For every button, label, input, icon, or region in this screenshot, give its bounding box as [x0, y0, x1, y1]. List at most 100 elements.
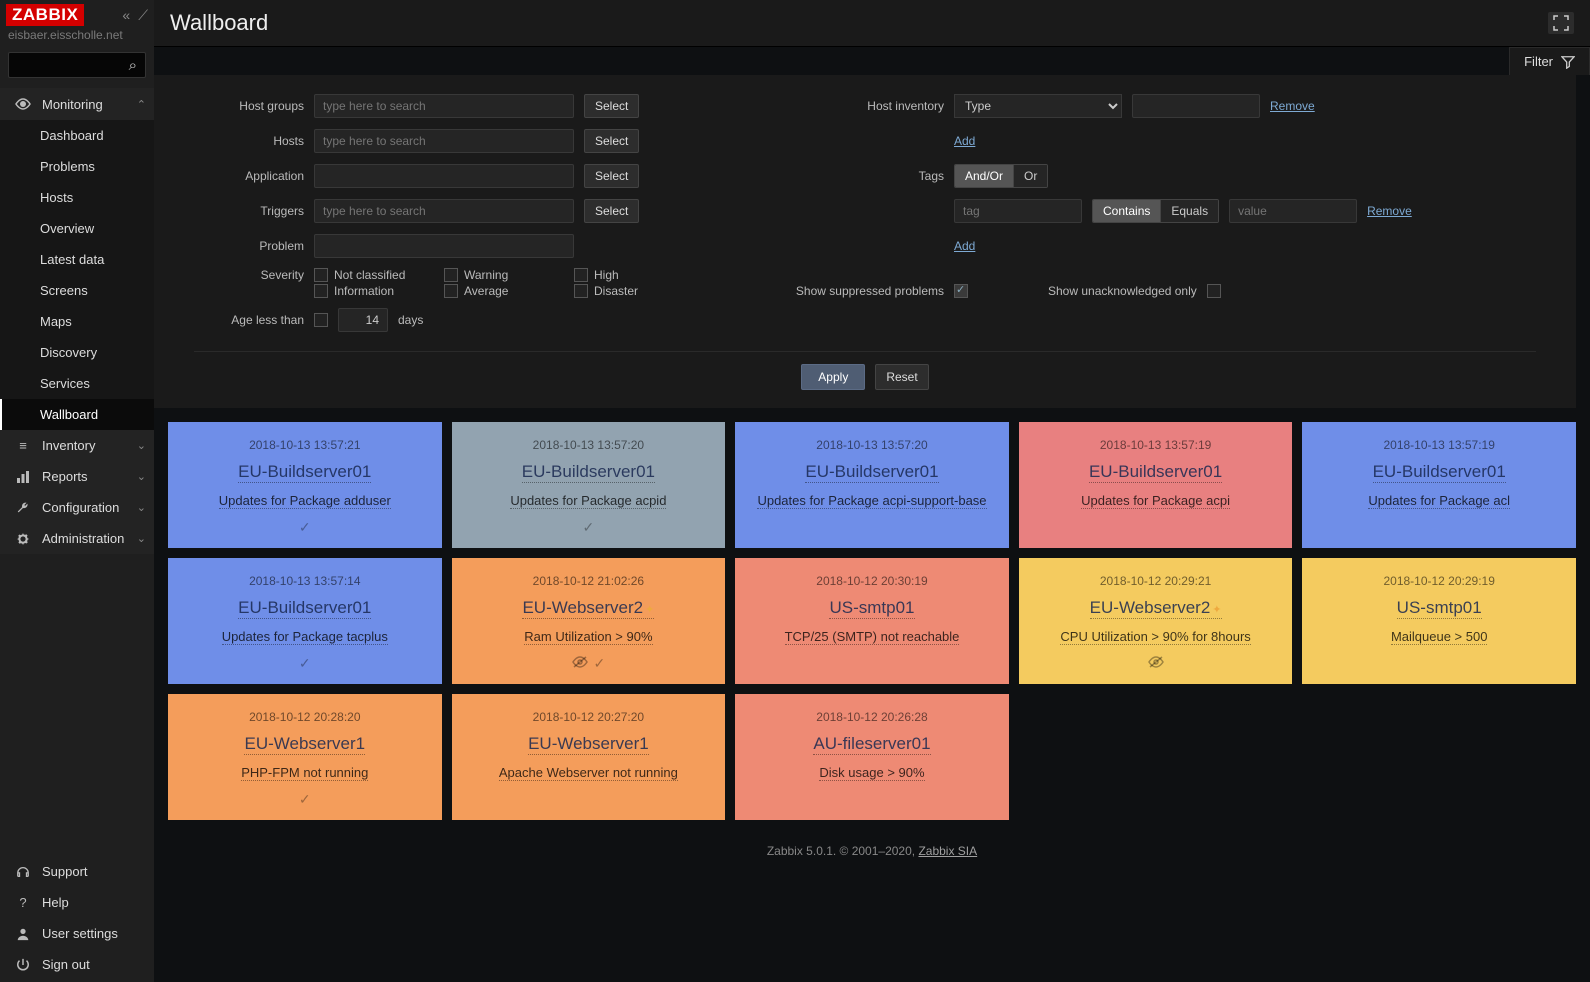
problem-card[interactable]: 2018-10-12 20:29:21EU-Webserver2✦CPU Uti… [1019, 558, 1293, 684]
application-select[interactable]: Select [584, 164, 639, 188]
card-host-link[interactable]: EU-Buildserver01 [238, 598, 371, 619]
card-host-link[interactable]: EU-Webserver1 [528, 734, 649, 755]
tag-op-contains[interactable]: Contains [1093, 200, 1161, 222]
inventory-remove-link[interactable]: Remove [1270, 99, 1315, 113]
severity-disaster[interactable]: Disaster [574, 284, 694, 298]
inventory-value-input[interactable] [1132, 94, 1260, 118]
tag-add-link[interactable]: Add [954, 239, 975, 253]
card-trigger-link[interactable]: CPU Utilization > 90% for 8hours [1060, 629, 1250, 645]
fullscreen-button[interactable] [1548, 12, 1574, 34]
card-host-link[interactable]: EU-Buildserver01 [238, 462, 371, 483]
host-groups-input[interactable] [314, 94, 574, 118]
card-host-link[interactable]: EU-Buildserver01 [1373, 462, 1506, 483]
nav-sub-wallboard[interactable]: Wallboard [0, 399, 154, 430]
age-days-input[interactable] [338, 308, 388, 332]
card-host-link[interactable]: US-smtp01 [1397, 598, 1482, 619]
application-input[interactable] [314, 164, 574, 188]
nav-help[interactable]: ?Help [0, 887, 154, 918]
nav-support[interactable]: Support [0, 856, 154, 887]
severity-high[interactable]: High [574, 268, 694, 282]
zabbix-logo[interactable]: ZABBIX [6, 4, 84, 26]
nav-sub-dashboard[interactable]: Dashboard [0, 120, 154, 151]
nav-sign-out[interactable]: Sign out [0, 949, 154, 980]
card-trigger-link[interactable]: Updates for Package tacplus [222, 629, 388, 645]
footer-link[interactable]: Zabbix SIA [918, 844, 977, 858]
card-trigger-link[interactable]: PHP-FPM not running [241, 765, 368, 781]
card-trigger-link[interactable]: TCP/25 (SMTP) not reachable [785, 629, 960, 645]
card-trigger-link[interactable]: Updates for Package acl [1368, 493, 1510, 509]
nav-configuration[interactable]: Configuration⌄ [0, 492, 154, 523]
tag-mode-and-or[interactable]: And/Or [955, 165, 1014, 187]
age-enable-checkbox[interactable] [314, 313, 328, 327]
show-suppressed-checkbox[interactable] [954, 284, 968, 298]
search-icon[interactable]: ⌕ [121, 57, 145, 74]
nav-sub-latest-data[interactable]: Latest data [0, 244, 154, 275]
nav-sub-problems[interactable]: Problems [0, 151, 154, 182]
tag-mode-or[interactable]: Or [1014, 165, 1047, 187]
problem-input[interactable] [314, 234, 574, 258]
nav-sub-discovery[interactable]: Discovery [0, 337, 154, 368]
inventory-add-link[interactable]: Add [954, 134, 975, 148]
card-host-link[interactable]: EU-Buildserver01 [522, 462, 655, 483]
card-host-link[interactable]: EU-Webserver2✦ [522, 598, 654, 619]
problem-card[interactable]: 2018-10-13 13:57:20EU-Buildserver01Updat… [735, 422, 1009, 548]
severity-average[interactable]: Average [444, 284, 564, 298]
nav-user-settings[interactable]: User settings [0, 918, 154, 949]
card-trigger-link[interactable]: Ram Utilization > 90% [524, 629, 652, 645]
card-trigger-link[interactable]: Updates for Package acpi [1081, 493, 1230, 509]
triggers-select[interactable]: Select [584, 199, 639, 223]
card-host-link[interactable]: EU-Buildserver01 [805, 462, 938, 483]
problem-card[interactable]: 2018-10-13 13:57:19EU-Buildserver01Updat… [1302, 422, 1576, 548]
inventory-type-select[interactable]: Type [954, 94, 1122, 118]
hosts-select[interactable]: Select [584, 129, 639, 153]
card-host-link[interactable]: EU-Webserver2✦ [1090, 598, 1222, 619]
nav-inventory[interactable]: ≡Inventory⌄ [0, 430, 154, 461]
hosts-input[interactable] [314, 129, 574, 153]
problem-card[interactable]: 2018-10-12 21:02:26EU-Webserver2✦Ram Uti… [452, 558, 726, 684]
sidebar-hide-icon[interactable]: ⟋ [138, 7, 148, 24]
card-trigger-link[interactable]: Disk usage > 90% [819, 765, 924, 781]
severity-not-classified[interactable]: Not classified [314, 268, 434, 282]
severity-information[interactable]: Information [314, 284, 434, 298]
reset-button[interactable]: Reset [875, 364, 928, 390]
problem-card[interactable]: 2018-10-13 13:57:21EU-Buildserver01Updat… [168, 422, 442, 548]
problem-card[interactable]: 2018-10-12 20:28:20EU-Webserver1PHP-FPM … [168, 694, 442, 820]
card-host-link[interactable]: EU-Webserver1 [244, 734, 365, 755]
card-trigger-link[interactable]: Updates for Package acpid [510, 493, 666, 509]
problem-card[interactable]: 2018-10-13 13:57:19EU-Buildserver01Updat… [1019, 422, 1293, 548]
problem-card[interactable]: 2018-10-12 20:29:19US-smtp01Mailqueue > … [1302, 558, 1576, 684]
card-trigger-link[interactable]: Updates for Package adduser [219, 493, 391, 509]
tag-value-input[interactable] [1229, 199, 1357, 223]
tag-op-equals[interactable]: Equals [1161, 200, 1218, 222]
nav-administration[interactable]: Administration⌄ [0, 523, 154, 554]
problem-card[interactable]: 2018-10-12 20:27:20EU-Webserver1Apache W… [452, 694, 726, 820]
nav-reports[interactable]: Reports⌄ [0, 461, 154, 492]
card-trigger-link[interactable]: Updates for Package acpi-support-base [757, 493, 986, 509]
filter-toggle[interactable]: Filter [1509, 47, 1590, 75]
tag-remove-link[interactable]: Remove [1367, 204, 1412, 218]
problem-card[interactable]: 2018-10-12 20:30:19US-smtp01TCP/25 (SMTP… [735, 558, 1009, 684]
card-trigger-link[interactable]: Apache Webserver not running [499, 765, 678, 781]
nav-sub-overview[interactable]: Overview [0, 213, 154, 244]
nav-sub-maps[interactable]: Maps [0, 306, 154, 337]
nav-sub-services[interactable]: Services [0, 368, 154, 399]
nav-monitoring[interactable]: Monitoring⌃ [0, 88, 154, 120]
tag-name-input[interactable] [954, 199, 1082, 223]
card-host-link[interactable]: US-smtp01 [829, 598, 914, 619]
card-trigger-link[interactable]: Mailqueue > 500 [1391, 629, 1488, 645]
card-host-link[interactable]: EU-Buildserver01 [1089, 462, 1222, 483]
problem-card[interactable]: 2018-10-13 13:57:14EU-Buildserver01Updat… [168, 558, 442, 684]
problem-card[interactable]: 2018-10-13 13:57:20EU-Buildserver01Updat… [452, 422, 726, 548]
nav-sub-hosts[interactable]: Hosts [0, 182, 154, 213]
search-input[interactable] [9, 53, 121, 77]
severity-warning[interactable]: Warning [444, 268, 564, 282]
card-host-link[interactable]: AU-fileserver01 [813, 734, 930, 755]
sidebar-collapse-icon[interactable]: « [122, 7, 130, 23]
host-groups-select[interactable]: Select [584, 94, 639, 118]
triggers-input[interactable] [314, 199, 574, 223]
nav-sub-screens[interactable]: Screens [0, 275, 154, 306]
show-unack-checkbox[interactable] [1207, 284, 1221, 298]
problem-card[interactable]: 2018-10-12 20:26:28AU-fileserver01Disk u… [735, 694, 1009, 820]
global-search[interactable]: ⌕ [8, 52, 146, 78]
apply-button[interactable]: Apply [801, 364, 865, 390]
